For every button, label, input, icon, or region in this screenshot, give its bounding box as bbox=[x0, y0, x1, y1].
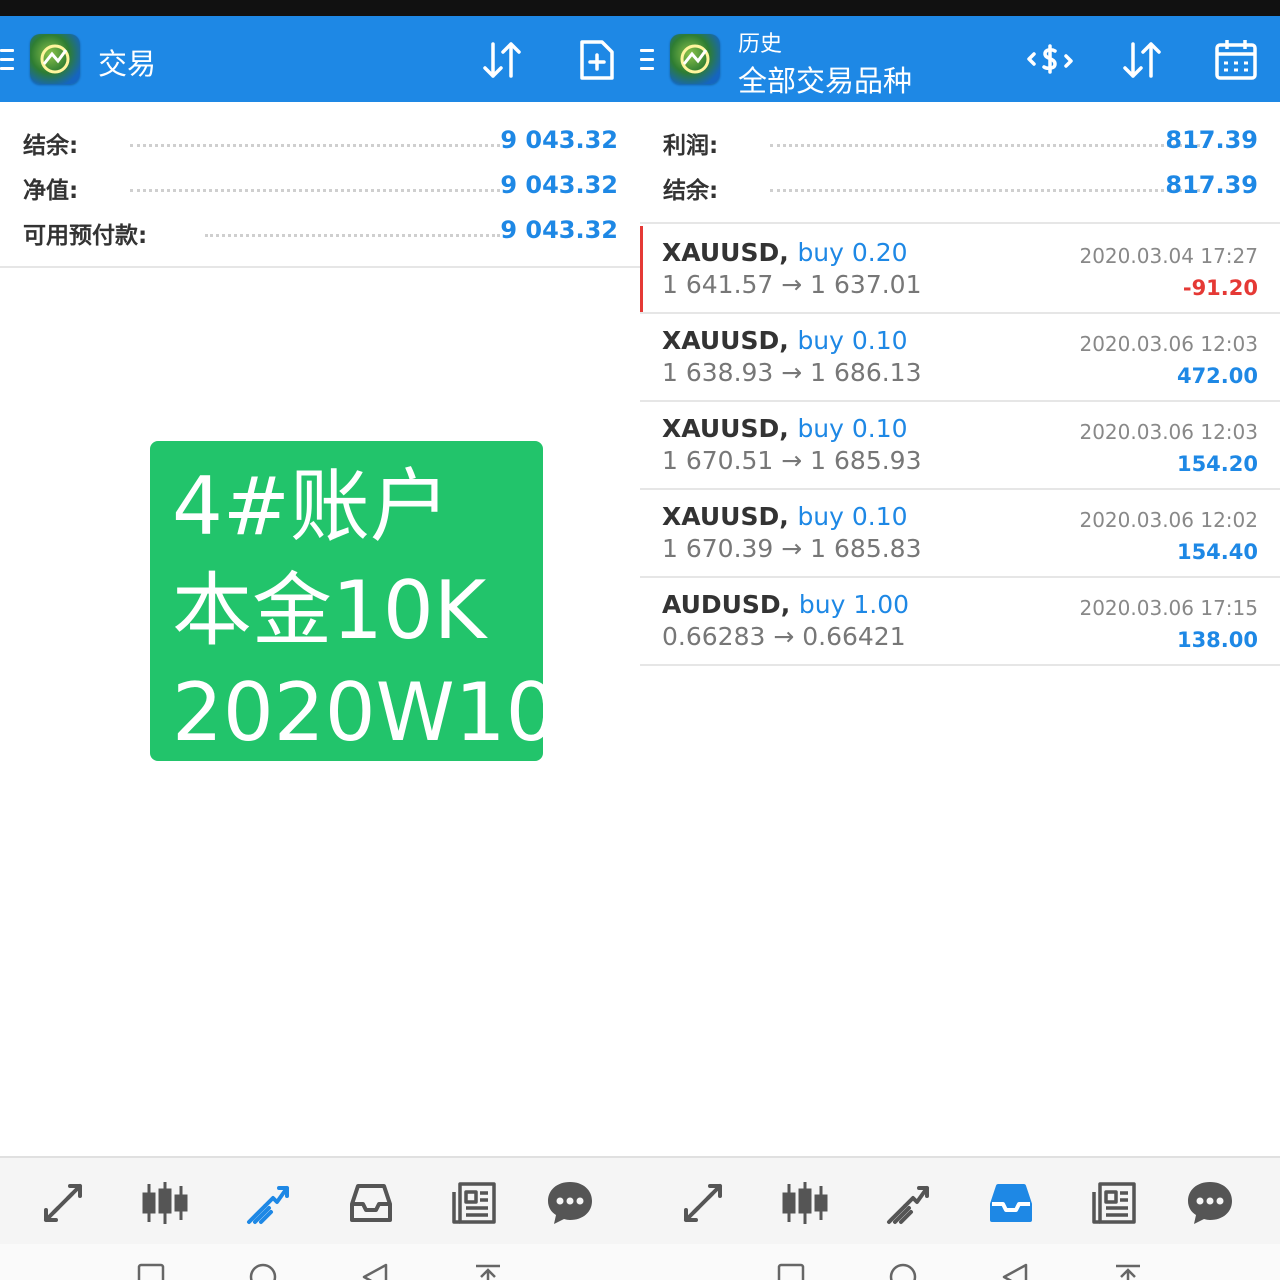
trade-row[interactable]: XAUUSD, buy 0.10 1 670.51 → 1 685.93 202… bbox=[640, 402, 1280, 490]
chat-icon[interactable] bbox=[545, 1178, 595, 1228]
trade-date: 2020.03.06 17:15 bbox=[1079, 596, 1258, 620]
home-icon[interactable] bbox=[248, 1262, 278, 1280]
dotted-leader bbox=[770, 189, 1200, 192]
chart-icon[interactable] bbox=[140, 1178, 190, 1228]
trade-symbol: XAUUSD, bbox=[662, 414, 789, 443]
recent-apps-icon[interactable] bbox=[776, 1262, 806, 1280]
free-margin-value: 9 043.32 bbox=[500, 216, 618, 244]
balance-label: 结余: bbox=[23, 133, 79, 159]
balance-value: 9 043.32 bbox=[500, 126, 618, 154]
news-icon[interactable] bbox=[450, 1178, 500, 1228]
trade-symbol: XAUUSD, bbox=[662, 326, 789, 355]
menu-icon[interactable] bbox=[640, 49, 656, 71]
dotted-leader bbox=[770, 144, 1200, 147]
trade-side-volume: buy 0.10 bbox=[797, 414, 908, 443]
summary-row-profit: 利润: 817.39 bbox=[640, 116, 1280, 161]
trade-date: 2020.03.06 12:03 bbox=[1079, 420, 1258, 444]
system-navigation bbox=[0, 1244, 640, 1280]
trade-pane: 交易 结余: 9 043.32 净值: 9 043.32 可用预付款: 9 04… bbox=[0, 16, 640, 1280]
trade-row[interactable]: AUDUSD, buy 1.00 0.66283 → 0.66421 2020.… bbox=[640, 578, 1280, 666]
account-summary: 结余: 9 043.32 净值: 9 043.32 可用预付款: 9 043.3… bbox=[0, 116, 640, 251]
history-icon[interactable] bbox=[986, 1178, 1036, 1228]
trade-row[interactable]: XAUUSD, buy 0.10 1 670.39 → 1 685.83 202… bbox=[640, 490, 1280, 578]
symbol-filter-label[interactable]: 全部交易品种 bbox=[738, 58, 912, 100]
page-title: 交易 bbox=[98, 47, 157, 81]
sort-icon[interactable] bbox=[1118, 36, 1166, 84]
quotes-icon[interactable] bbox=[678, 1178, 728, 1228]
summary-row-equity: 净值: 9 043.32 bbox=[0, 161, 640, 206]
trade-symbol: XAUUSD, bbox=[662, 238, 789, 267]
bottom-navigation bbox=[0, 1156, 640, 1244]
chart-icon[interactable] bbox=[780, 1178, 830, 1228]
trade-profit: 154.40 bbox=[1176, 540, 1258, 564]
status-bar bbox=[0, 0, 1280, 16]
back-icon[interactable] bbox=[360, 1262, 390, 1280]
currency-swap-icon[interactable] bbox=[1026, 36, 1074, 84]
account-banner: 4#账户 本金10K 2020W10 bbox=[150, 441, 557, 761]
banner-line-principal: 本金10K bbox=[172, 564, 487, 657]
trade-date: 2020.03.06 12:02 bbox=[1079, 508, 1258, 532]
dotted-leader bbox=[130, 144, 500, 147]
metatrader-logo-icon bbox=[670, 34, 720, 84]
dotted-leader bbox=[130, 189, 500, 192]
trade-side-volume: buy 0.20 bbox=[797, 238, 908, 267]
trade-prices: 1 670.51 → 1 685.93 bbox=[662, 446, 922, 475]
dotted-leader bbox=[205, 234, 500, 237]
trade-date: 2020.03.04 17:27 bbox=[1079, 244, 1258, 268]
summary-row-balance: 结余: 9 043.32 bbox=[0, 116, 640, 161]
news-icon[interactable] bbox=[1090, 1178, 1140, 1228]
calendar-icon[interactable] bbox=[1212, 36, 1260, 84]
trade-profit: 472.00 bbox=[1176, 364, 1258, 388]
banner-line-week: 2020W10 bbox=[172, 666, 557, 759]
trade-side-volume: buy 0.10 bbox=[797, 326, 908, 355]
profit-value: 817.39 bbox=[1165, 126, 1258, 154]
trade-prices: 1 641.57 → 1 637.01 bbox=[662, 270, 922, 299]
home-icon[interactable] bbox=[888, 1262, 918, 1280]
metatrader-logo-icon bbox=[30, 34, 80, 84]
banner-line-account: 4#账户 bbox=[172, 460, 450, 553]
trade-row[interactable]: XAUUSD, buy 0.10 1 638.93 → 1 686.13 202… bbox=[640, 314, 1280, 402]
summary-divider bbox=[640, 222, 1280, 224]
menu-icon[interactable] bbox=[0, 49, 16, 71]
summary-row-balance: 结余: 817.39 bbox=[640, 161, 1280, 206]
chat-icon[interactable] bbox=[1185, 1178, 1235, 1228]
trade-prices: 1 638.93 → 1 686.13 bbox=[662, 358, 922, 387]
trade-profit: 138.00 bbox=[1176, 628, 1258, 652]
equity-value: 9 043.32 bbox=[500, 171, 618, 199]
quotes-icon[interactable] bbox=[38, 1178, 88, 1228]
equity-label: 净值: bbox=[23, 178, 79, 204]
app-bar: 历史 全部交易品种 bbox=[640, 16, 1280, 102]
trade-symbol: AUDUSD, bbox=[662, 590, 791, 619]
trade-date: 2020.03.06 12:03 bbox=[1079, 332, 1258, 356]
profit-label: 利润: bbox=[663, 133, 719, 159]
trade-side-volume: buy 1.00 bbox=[798, 590, 910, 619]
trade-profit: 154.20 bbox=[1176, 452, 1258, 476]
trade-row[interactable]: XAUUSD, buy 0.20 1 641.57 → 1 637.01 202… bbox=[640, 226, 1280, 314]
history-icon[interactable] bbox=[346, 1178, 396, 1228]
app-bar: 交易 bbox=[0, 16, 640, 102]
trade-profit: -91.20 bbox=[1182, 276, 1258, 300]
trade-symbol: XAUUSD, bbox=[662, 502, 789, 531]
history-pane: 历史 全部交易品种 利润: 817.39 结余: 817.39 XAUUSD, … bbox=[640, 16, 1280, 1280]
new-order-icon[interactable] bbox=[572, 36, 620, 84]
balance-value: 817.39 bbox=[1165, 171, 1258, 199]
history-summary: 利润: 817.39 结余: 817.39 bbox=[640, 116, 1280, 206]
free-margin-label: 可用预付款: bbox=[23, 223, 148, 249]
summary-divider bbox=[0, 266, 640, 268]
balance-label: 结余: bbox=[663, 178, 719, 204]
trade-side-volume: buy 0.10 bbox=[797, 502, 908, 531]
notification-pull-icon[interactable] bbox=[473, 1262, 503, 1280]
trade-prices: 1 670.39 → 1 685.83 bbox=[662, 534, 922, 563]
bottom-navigation bbox=[640, 1156, 1280, 1244]
trade-icon[interactable] bbox=[883, 1178, 933, 1228]
trade-icon[interactable] bbox=[243, 1178, 293, 1228]
sort-icon[interactable] bbox=[478, 36, 526, 84]
notification-pull-icon[interactable] bbox=[1113, 1262, 1143, 1280]
summary-row-free-margin: 可用预付款: 9 043.32 bbox=[0, 206, 640, 251]
recent-apps-icon[interactable] bbox=[136, 1262, 166, 1280]
system-navigation bbox=[640, 1244, 1280, 1280]
page-title: 历史 bbox=[738, 32, 783, 57]
back-icon[interactable] bbox=[1000, 1262, 1030, 1280]
trade-prices: 0.66283 → 0.66421 bbox=[662, 622, 906, 651]
